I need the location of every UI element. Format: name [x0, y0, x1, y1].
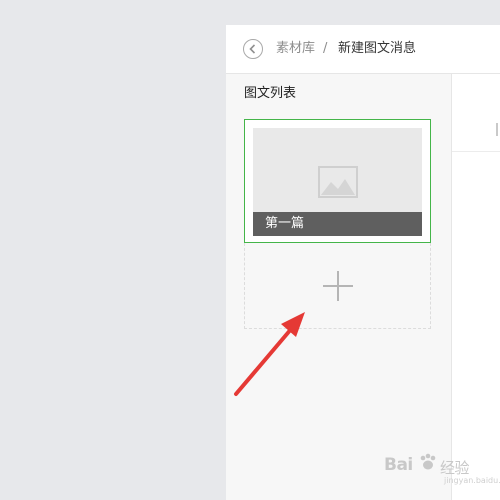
breadcrumb-parent-link[interactable]: 素材库 — [276, 40, 315, 58]
article-thumbnail: 第一篇 — [253, 128, 422, 236]
editor-panel: 素材库 / 新建图文消息 图文列表 第一篇 — [226, 25, 500, 500]
watermark-text-right: 经验 — [440, 459, 470, 477]
breadcrumb: 素材库 / 新建图文消息 — [226, 25, 500, 74]
watermark: Bai 经验 jingyan.baidu.com — [384, 447, 500, 487]
watermark-text-left: Bai — [384, 455, 413, 475]
article-list-title: 图文列表 — [244, 86, 297, 101]
paw-icon — [420, 453, 436, 470]
editor-area — [452, 74, 500, 500]
watermark-subtext: jingyan.baidu.com — [444, 476, 500, 485]
breadcrumb-current: 新建图文消息 — [338, 41, 417, 56]
back-button[interactable] — [243, 39, 263, 59]
divider — [452, 151, 500, 152]
image-placeholder-icon — [318, 166, 358, 198]
article-list-panel: 图文列表 第一篇 — [226, 74, 452, 500]
add-article-button[interactable] — [244, 243, 431, 329]
breadcrumb-separator: / — [323, 41, 328, 56]
chevron-left-circle-icon — [249, 44, 256, 54]
text-cursor — [496, 123, 498, 136]
article-card[interactable]: 第一篇 — [244, 119, 431, 243]
article-title: 第一篇 — [253, 212, 422, 236]
plus-icon — [323, 271, 353, 301]
